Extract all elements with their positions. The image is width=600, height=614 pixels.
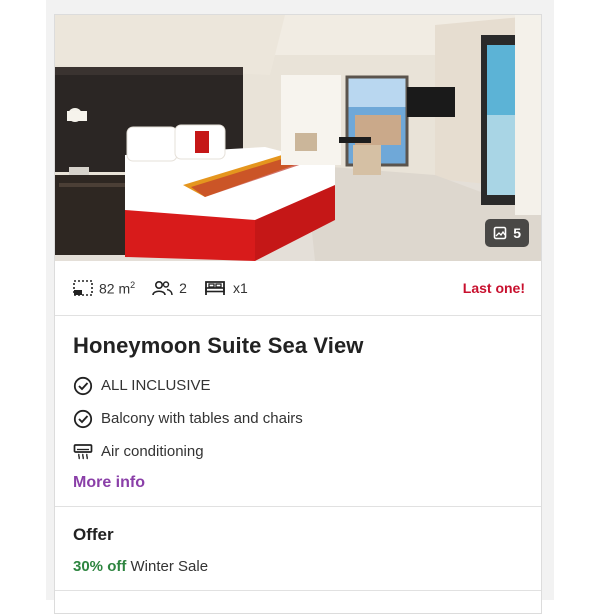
photo-count-button[interactable]: 5 (485, 219, 529, 247)
room-photo[interactable]: 5 (55, 15, 541, 261)
amenity-label: ALL INCLUSIVE (101, 377, 211, 394)
offer-section: Offer 30% off Winter Sale (55, 507, 541, 591)
offer-line: 30% off Winter Sale (73, 558, 525, 575)
more-info-link[interactable]: More info (73, 474, 145, 492)
availability-badge: Last one! (462, 280, 525, 296)
room-beds-value: x1 (232, 280, 248, 296)
room-title: Honeymoon Suite Sea View (73, 333, 364, 358)
check-circle-icon (73, 409, 93, 428)
room-card: 5 82 m2 2 x1 Last one! Honeymoon Suite S… (54, 14, 542, 614)
photo-count-label: 5 (513, 225, 521, 241)
amenity-item: Balcony with tables and chairs (73, 402, 525, 435)
room-beds: x1 (203, 279, 248, 297)
room-photo-image (55, 15, 541, 261)
amenity-item: Air conditioning (73, 435, 525, 468)
room-facts: 82 m2 2 x1 Last one! (55, 261, 541, 316)
discount-label: 30% off (73, 558, 127, 575)
offer-name: Winter Sale (130, 558, 209, 575)
amenity-label: Balcony with tables and chairs (101, 410, 303, 427)
gallery-icon (493, 226, 507, 240)
room-size-value: 82 m2 (99, 279, 136, 297)
check-circle-icon (73, 376, 93, 395)
bed-icon (205, 281, 225, 295)
room-size: 82 m2 (73, 279, 136, 297)
guests-icon (152, 280, 173, 296)
offer-title: Offer (73, 525, 114, 544)
room-guests-value: 2 (179, 280, 187, 296)
air-conditioning-icon (73, 443, 93, 459)
amenity-label: Air conditioning (101, 443, 204, 460)
amenity-item: ALL INCLUSIVE (73, 369, 525, 402)
room-details: Honeymoon Suite Sea View ALL INCLUSIVE B… (55, 317, 541, 507)
room-size-icon (73, 280, 93, 296)
room-guests: 2 (151, 280, 187, 296)
